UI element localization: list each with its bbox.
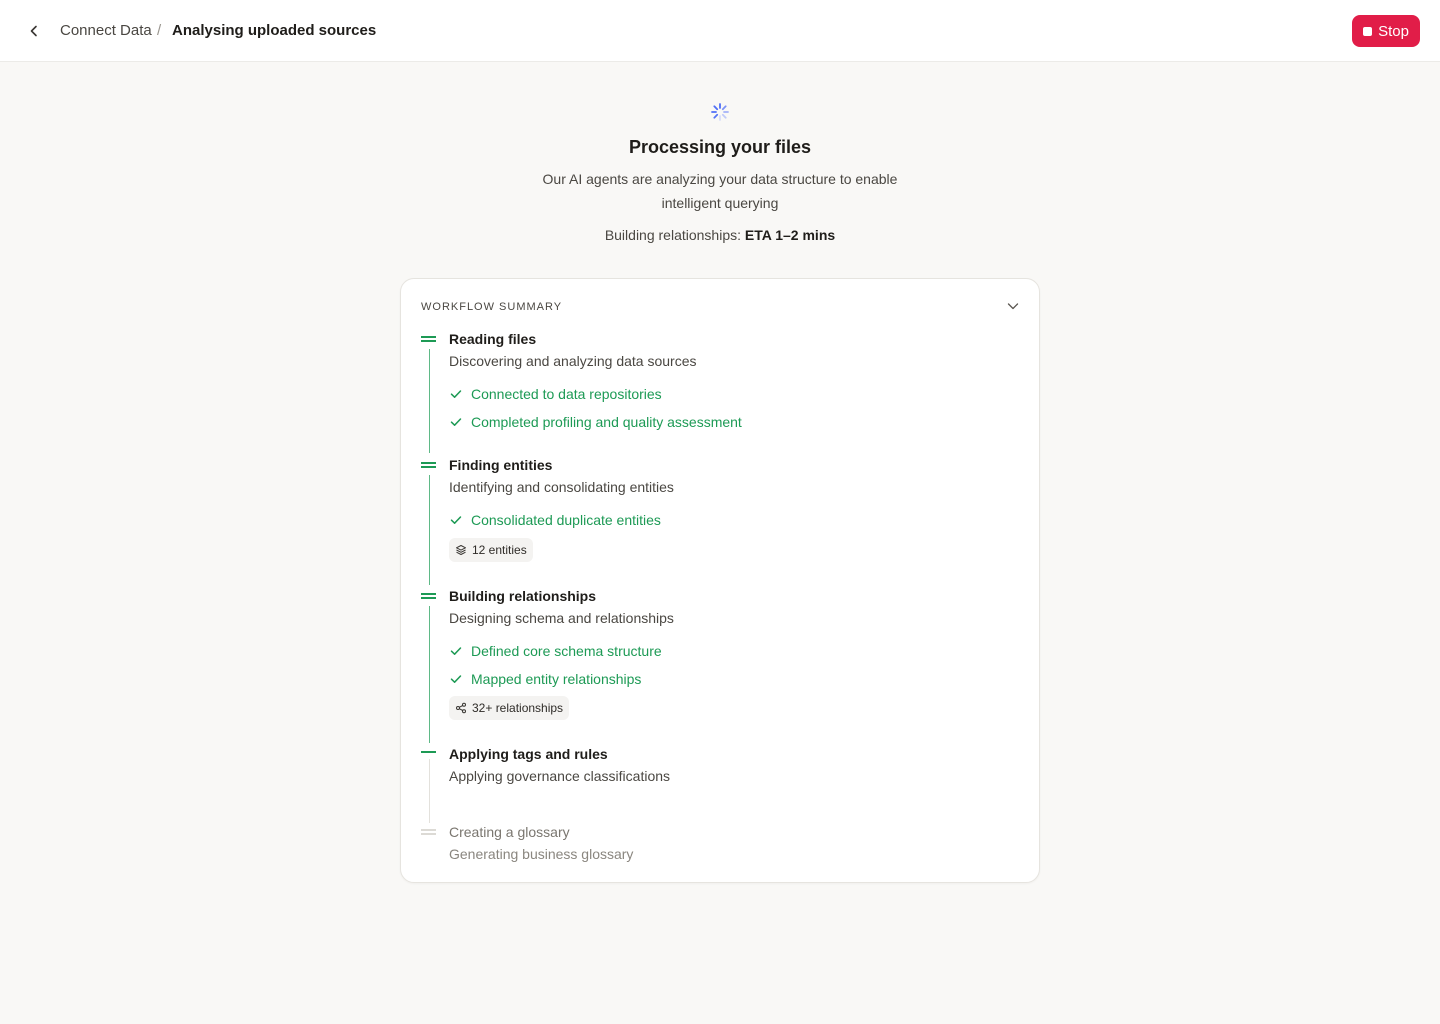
eta-label: Building relationships: bbox=[604, 227, 742, 243]
step-description: Identifying and consolidating entities bbox=[449, 479, 674, 495]
timeline-connector bbox=[429, 475, 430, 585]
step-complete-marker bbox=[421, 336, 436, 342]
check-item-label: Connected to data repositories bbox=[471, 386, 662, 402]
eta-value: ETA 1–2 mins bbox=[744, 227, 836, 243]
step-title: Applying tags and rules bbox=[449, 746, 608, 762]
stop-square-icon bbox=[1363, 26, 1373, 36]
breadcrumb-separator: / bbox=[157, 22, 162, 39]
chip-label: 32+ relationships bbox=[472, 701, 564, 715]
step-complete-marker bbox=[421, 462, 436, 468]
share-icon bbox=[456, 702, 466, 714]
step-check-item: Mapped entity relationships bbox=[449, 670, 641, 688]
workflow-summary-title: WORKFLOW SUMMARY bbox=[421, 301, 563, 313]
relationships-count-chip: 32+ relationships bbox=[449, 696, 570, 720]
chevron-down-icon bbox=[1007, 303, 1019, 310]
entities-count-chip: 12 entities bbox=[449, 538, 533, 562]
step-check-item: Defined core schema structure bbox=[449, 642, 662, 660]
check-item-label: Defined core schema structure bbox=[471, 643, 662, 659]
step-title: Creating a glossary bbox=[449, 824, 570, 840]
check-icon bbox=[450, 675, 462, 683]
step-complete-marker bbox=[421, 593, 436, 599]
step-check-item: Completed profiling and quality assessme… bbox=[449, 413, 742, 431]
step-title: Finding entities bbox=[449, 457, 553, 473]
step-check-item: Consolidated duplicate entities bbox=[449, 511, 661, 529]
top-bar: Connect Data / Analysing uploaded source… bbox=[0, 0, 1440, 62]
page-title: Processing your files bbox=[628, 137, 812, 157]
timeline-connector bbox=[429, 759, 430, 823]
step-description: Designing schema and relationships bbox=[449, 610, 674, 626]
breadcrumb-connect-data[interactable]: Connect Data bbox=[60, 22, 152, 39]
check-item-label: Consolidated duplicate entities bbox=[471, 512, 661, 528]
step-title: Building relationships bbox=[449, 588, 597, 604]
back-button[interactable] bbox=[22, 19, 46, 43]
check-icon bbox=[450, 516, 462, 524]
step-in-progress-marker bbox=[421, 751, 436, 757]
collapse-button[interactable] bbox=[1005, 298, 1021, 314]
page-subtitle: Our AI agents are analyzing your data st… bbox=[542, 171, 898, 211]
chip-label: 12 entities bbox=[472, 543, 527, 557]
stop-button[interactable]: Stop bbox=[1352, 15, 1420, 47]
step-description: Discovering and analyzing data sources bbox=[449, 353, 697, 369]
timeline-connector bbox=[429, 606, 430, 743]
check-item-label: Mapped entity relationships bbox=[471, 671, 642, 687]
layers-icon bbox=[456, 545, 466, 555]
check-icon bbox=[450, 418, 462, 426]
step-description: Applying governance classifications bbox=[449, 768, 671, 784]
step-description: Generating business glossary bbox=[449, 846, 634, 862]
check-icon bbox=[450, 647, 462, 655]
check-icon bbox=[450, 390, 462, 398]
step-check-item: Connected to data repositories bbox=[449, 385, 662, 403]
loading-spinner-icon bbox=[711, 103, 729, 121]
eta-text: Building relationships: ETA 1–2 mins bbox=[0, 227, 1440, 243]
step-pending-marker bbox=[421, 829, 436, 835]
step-title: Reading files bbox=[449, 331, 537, 347]
stop-button-label: Stop bbox=[1378, 22, 1409, 40]
chevron-left-icon bbox=[30, 25, 37, 37]
check-item-label: Completed profiling and quality assessme… bbox=[471, 414, 742, 430]
timeline-connector bbox=[429, 349, 430, 453]
workflow-summary-card: WORKFLOW SUMMARY Reading files Discoveri… bbox=[400, 278, 1040, 883]
breadcrumb-current: Analysing uploaded sources bbox=[172, 22, 377, 39]
